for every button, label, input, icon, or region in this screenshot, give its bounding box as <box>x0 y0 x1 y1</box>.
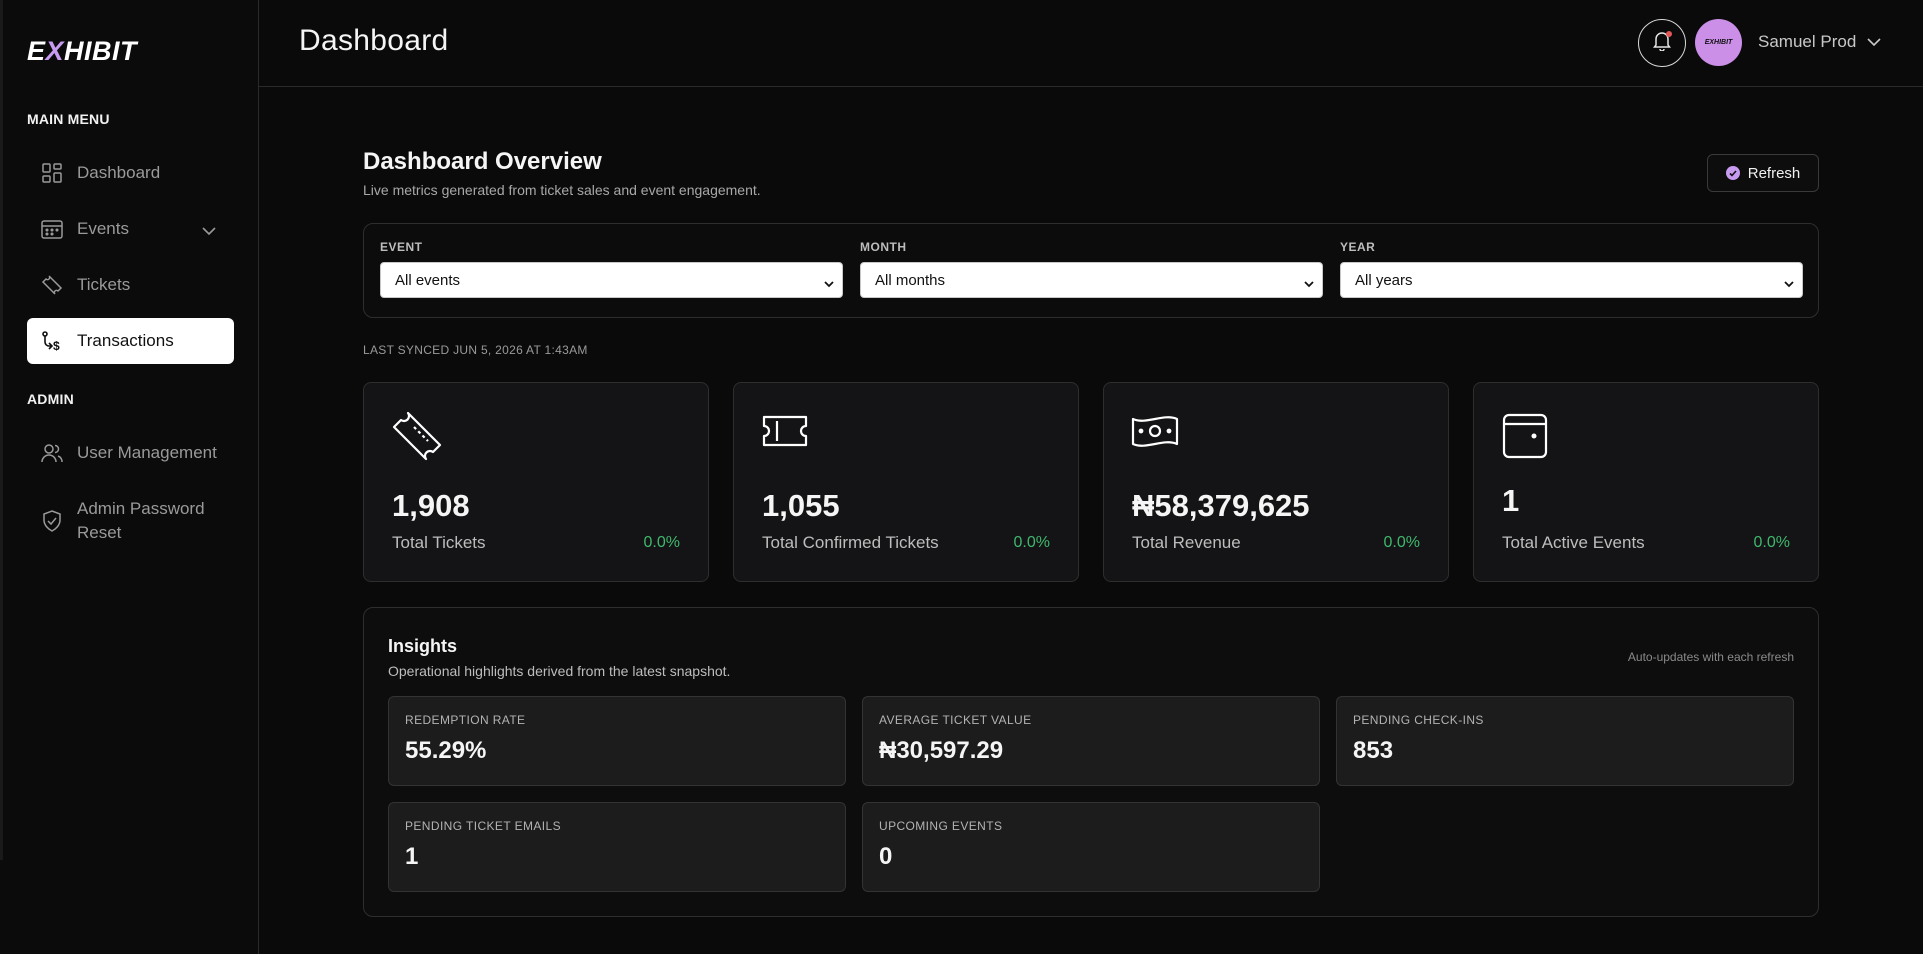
overview-title: Dashboard Overview <box>363 148 602 175</box>
calendar-icon <box>41 218 63 240</box>
dashboard-content: Dashboard Overview Live metrics generate… <box>363 148 1819 917</box>
ticket-icon <box>41 274 63 296</box>
sidebar-item-events[interactable]: Events <box>27 206 234 252</box>
filter-label: EVENT <box>380 240 423 254</box>
stat-value: ₦58,379,625 <box>1132 488 1310 523</box>
calendar-card-icon <box>1500 411 1550 466</box>
metric-label: UPCOMING EVENTS <box>879 819 1003 833</box>
sidebar-item-admin-password-reset[interactable]: Admin Password Reset <box>27 494 234 548</box>
stat-card-active-events: 1 Total Active Events 0.0% <box>1473 382 1819 582</box>
metric-card-pending-ticket-emails: PENDING TICKET EMAILS 1 <box>388 802 846 892</box>
users-icon <box>41 442 63 464</box>
stat-card-total-revenue: ₦58,379,625 Total Revenue 0.0% <box>1103 382 1449 582</box>
sidebar-item-label: User Management <box>77 443 217 462</box>
filter-label: YEAR <box>1340 240 1376 254</box>
sidebar: EXHIBIT MAIN MENU Dashboard Events Ticke… <box>0 0 259 954</box>
ticket-stub-icon <box>760 411 810 456</box>
stat-change: 0.0% <box>643 534 680 551</box>
sidebar-item-label: Admin Password Reset <box>77 499 205 542</box>
chevron-down-icon <box>1304 275 1314 292</box>
year-filter: YEAR All years <box>1340 240 1803 298</box>
event-filter: EVENT All events <box>380 240 843 298</box>
ticket-tilted-icon <box>390 411 444 470</box>
chevron-down-icon <box>1784 275 1794 292</box>
user-name[interactable]: Samuel Prod <box>1758 32 1856 52</box>
app-root: EXHIBIT MAIN MENU Dashboard Events Ticke… <box>0 0 1923 954</box>
stat-label: Total Active Events <box>1502 533 1645 552</box>
sidebar-item-tickets[interactable]: Tickets <box>27 262 234 308</box>
admin-heading: ADMIN <box>27 391 74 407</box>
shield-check-icon <box>41 510 63 532</box>
insights-title: Insights <box>388 636 458 656</box>
sidebar-item-user-management[interactable]: User Management <box>27 430 234 476</box>
svg-text:$: $ <box>53 339 60 352</box>
refresh-label: Refresh <box>1747 164 1801 182</box>
month-select[interactable]: All months <box>860 262 1323 298</box>
stat-label: Total Tickets <box>392 533 486 552</box>
metric-value: 1 <box>405 843 419 870</box>
metric-label: PENDING TICKET EMAILS <box>405 819 561 833</box>
notifications-button[interactable] <box>1638 19 1686 67</box>
chevron-down-icon <box>824 275 834 292</box>
insights-note: Auto-updates with each refresh <box>1627 650 1794 664</box>
stat-label: Total Revenue <box>1132 533 1241 552</box>
sidebar-item-dashboard[interactable]: Dashboard <box>27 150 234 196</box>
main-menu-heading: MAIN MENU <box>27 111 110 127</box>
insights-subtitle: Operational highlights derived from the … <box>388 663 731 679</box>
month-filter: MONTH All months <box>860 240 1323 298</box>
sidebar-item-transactions[interactable]: $ Transactions <box>27 318 234 364</box>
grid-icon <box>41 162 63 184</box>
refresh-button[interactable]: Refresh <box>1707 154 1819 192</box>
metric-card-upcoming-events: UPCOMING EVENTS 0 <box>862 802 1320 892</box>
metric-label: REDEMPTION RATE <box>405 713 526 727</box>
stat-change: 0.0% <box>1383 534 1420 551</box>
stat-change: 0.0% <box>1753 534 1790 551</box>
notification-dot <box>1666 31 1672 37</box>
metric-card-redemption-rate: REDEMPTION RATE 55.29% <box>388 696 846 786</box>
banknote-icon <box>1130 411 1180 456</box>
metric-value: 853 <box>1353 737 1394 764</box>
stat-value: 1 <box>1502 483 1520 518</box>
metric-value: ₦30,597.29 <box>879 737 1004 764</box>
main-area: Dashboard EXHIBIT Samuel Prod Dashboard … <box>259 0 1923 954</box>
insights-panel: Insights Operational highlights derived … <box>363 607 1819 917</box>
stat-label: Total Confirmed Tickets <box>762 533 939 552</box>
event-select[interactable]: All events <box>380 262 843 298</box>
filters-panel: EVENT All events MONTH All months YEAR A… <box>363 223 1819 318</box>
overview-subtitle: Live metrics generated from ticket sales… <box>363 182 761 198</box>
stats-row: 1,908 Total Tickets 0.0% 1,055 Total Con… <box>363 382 1819 582</box>
metric-label: PENDING CHECK-INS <box>1353 713 1484 727</box>
chevron-down-icon[interactable] <box>202 221 216 241</box>
stat-change: 0.0% <box>1013 534 1050 551</box>
stat-card-confirmed-tickets: 1,055 Total Confirmed Tickets 0.0% <box>733 382 1079 582</box>
filter-label: MONTH <box>860 240 907 254</box>
transactions-icon: $ <box>41 330 63 352</box>
metric-card-pending-check-ins: PENDING CHECK-INS 853 <box>1336 696 1794 786</box>
stat-value: 1,055 <box>762 488 840 523</box>
sidebar-item-label: Dashboard <box>77 163 161 182</box>
page-title: Dashboard <box>299 24 449 57</box>
check-circle-icon <box>1725 166 1740 180</box>
sidebar-item-label: Transactions <box>77 331 174 350</box>
chevron-down-icon[interactable] <box>1867 34 1881 52</box>
avatar[interactable]: EXHIBIT <box>1695 19 1742 66</box>
stat-value: 1,908 <box>392 488 470 523</box>
stat-card-total-tickets: 1,908 Total Tickets 0.0% <box>363 382 709 582</box>
metric-value: 0 <box>879 843 893 870</box>
metric-card-average-ticket-value: AVERAGE TICKET VALUE ₦30,597.29 <box>862 696 1320 786</box>
sidebar-item-label: Events <box>77 219 129 238</box>
metric-label: AVERAGE TICKET VALUE <box>879 713 1032 727</box>
metric-value: 55.29% <box>405 737 487 764</box>
last-synced-text: LAST SYNCED JUN 5, 2026 AT 1:43AM <box>363 343 588 357</box>
year-select[interactable]: All years <box>1340 262 1803 298</box>
exhibit-logo[interactable]: EXHIBIT <box>27 36 137 66</box>
sidebar-item-label: Tickets <box>77 275 131 294</box>
top-bar: Dashboard EXHIBIT Samuel Prod <box>259 0 1923 87</box>
